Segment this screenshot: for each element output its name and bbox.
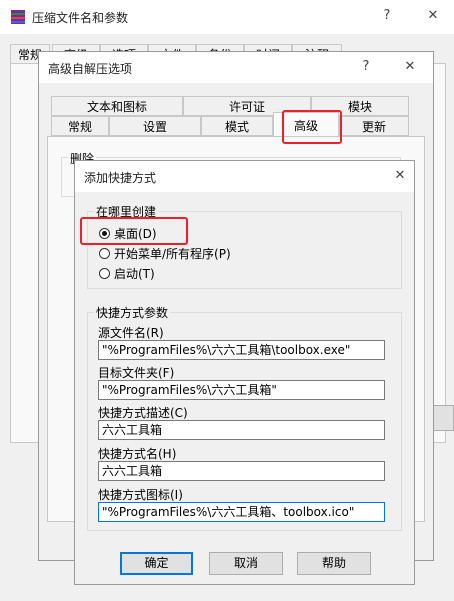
- source-file-input[interactable]: "%ProgramFiles%\六六工具箱\toolbox.exe": [98, 340, 385, 360]
- shortcut-name-label: 快捷方式名(H): [98, 447, 177, 461]
- tab-advanced[interactable]: 高级: [273, 112, 339, 138]
- location-group-label: 在哪里创建: [94, 203, 159, 220]
- shortcut-description-label: 快捷方式描述(C): [98, 406, 188, 420]
- help-button[interactable]: ?: [376, 6, 398, 26]
- shortcut-dialog-title: 添加快捷方式: [84, 171, 157, 185]
- params-group-label: 快捷方式参数: [94, 304, 171, 321]
- main-window-title: 压缩文件名和参数: [32, 11, 129, 25]
- shortcut-name-input[interactable]: 六六工具箱: [98, 461, 385, 481]
- help-dialog-button[interactable]: 帮助: [297, 552, 371, 575]
- tab-general[interactable]: 常规: [51, 116, 109, 136]
- tab-settings[interactable]: 设置: [109, 116, 201, 136]
- shortcut-description-input[interactable]: 六六工具箱: [98, 420, 385, 440]
- radio-start-menu-label: 开始菜单/所有程序(P): [114, 246, 231, 261]
- ok-button[interactable]: 确定: [120, 552, 193, 575]
- target-folder-input[interactable]: "%ProgramFiles%\六六工具箱": [98, 380, 385, 400]
- advanced-help-button[interactable]: ?: [355, 57, 377, 77]
- radio-desktop-label: 桌面(D): [114, 226, 157, 241]
- close-button[interactable]: ✕: [422, 6, 444, 26]
- shortcut-close-button[interactable]: ✕: [389, 166, 411, 186]
- shortcut-icon-label: 快捷方式图标(I): [98, 488, 183, 502]
- winrar-icon: [10, 9, 26, 25]
- cancel-button[interactable]: 取消: [209, 552, 283, 575]
- radio-desktop-indicator: [99, 227, 110, 239]
- radio-startup[interactable]: 启动(T): [99, 264, 155, 282]
- shortcut-titlebar: 添加快捷方式 ✕: [75, 161, 414, 192]
- radio-start-menu-indicator: [99, 247, 110, 259]
- target-folder-label: 目标文件夹(F): [98, 366, 175, 380]
- tab-mode[interactable]: 模式: [201, 116, 273, 136]
- tab-text-and-icon[interactable]: 文本和图标: [51, 96, 183, 116]
- radio-desktop[interactable]: 桌面(D): [99, 224, 157, 242]
- source-file-label: 源文件名(R): [98, 326, 164, 340]
- tab-update[interactable]: 更新: [339, 116, 409, 136]
- main-titlebar: 压缩文件名和参数 ? ✕: [0, 0, 454, 34]
- radio-start-menu[interactable]: 开始菜单/所有程序(P): [99, 244, 231, 262]
- radio-startup-label: 启动(T): [114, 266, 155, 281]
- advanced-window-title: 高级自解压选项: [48, 62, 133, 76]
- shortcut-icon-input[interactable]: "%ProgramFiles%\六六工具箱、toolbox.ico": [98, 502, 385, 522]
- radio-startup-indicator: [99, 267, 110, 279]
- add-shortcut-dialog: 添加快捷方式 ✕ 在哪里创建 桌面(D) 开始菜单/所有程序(P) 启动(T) …: [74, 160, 415, 585]
- advanced-titlebar: 高级自解压选项 ? ✕: [39, 52, 433, 83]
- advanced-close-button[interactable]: ✕: [399, 57, 421, 77]
